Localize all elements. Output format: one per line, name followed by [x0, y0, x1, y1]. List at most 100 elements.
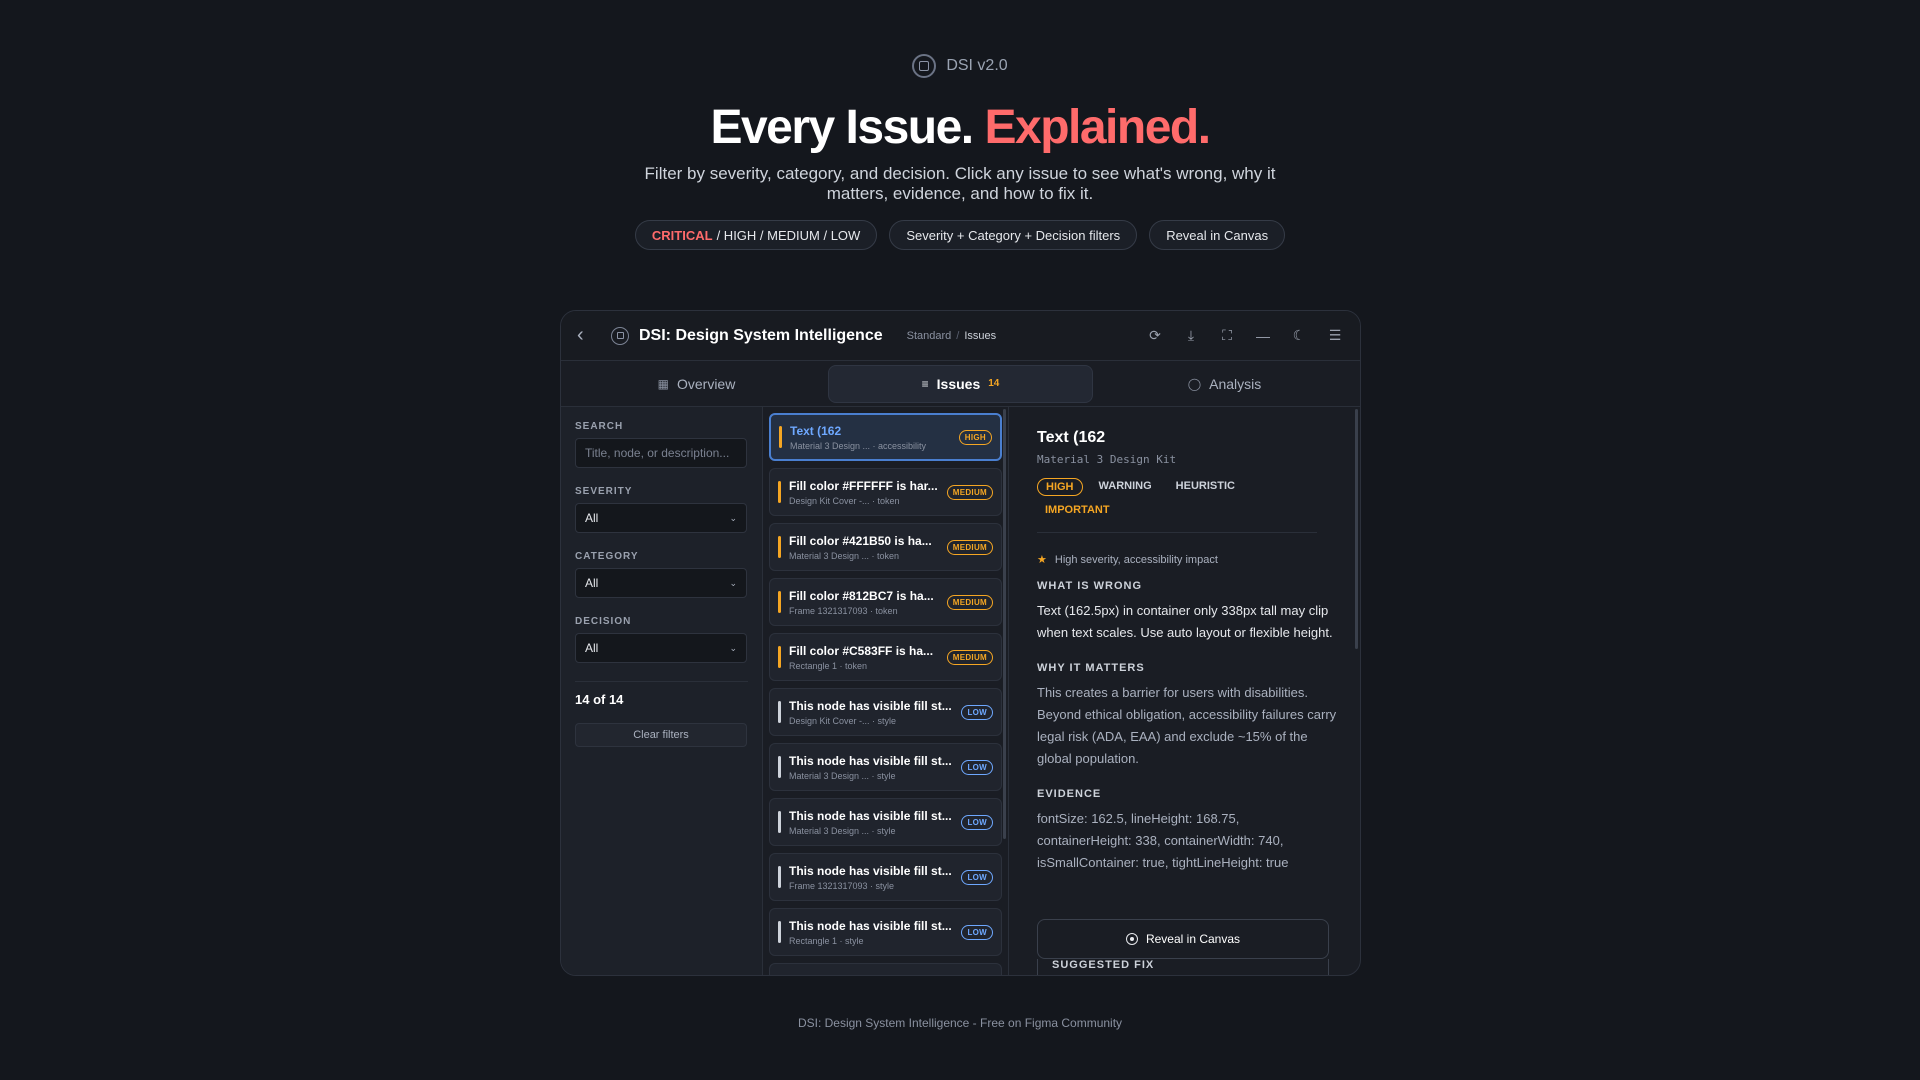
severity-indicator	[779, 426, 782, 448]
decision-select[interactable]: All ⌄	[575, 633, 747, 663]
detail-title: Text (162	[1037, 429, 1106, 446]
issue-text: This node has visible fill st... Design K…	[789, 699, 955, 726]
issue-item[interactable]: This node has visible fill st... Material…	[769, 743, 1002, 791]
issue-title: This node has visible fill st...	[789, 753, 952, 768]
detail-subtitle: Material 3 Design Kit	[1037, 453, 1177, 466]
shield-icon: ◯	[1187, 376, 1202, 391]
minimize-icon[interactable]: —	[1254, 327, 1272, 345]
app-title: DSI: Design System Intelligence	[639, 326, 883, 344]
issue-item[interactable]: This node has visible fill st... Rectangl…	[769, 908, 1002, 956]
issue-detail: Text (162 Material 3 Design Kit HIGH WAR…	[1009, 407, 1360, 975]
search-input[interactable]: Title, node, or description...	[575, 438, 747, 468]
issue-item[interactable]: This node has visible fill st... Design K…	[769, 688, 1002, 736]
suggested-fix-heading: SUGGESTED FIX	[1037, 959, 1329, 975]
issue-item[interactable]: Fill color #FFFFFF is har... Design Kit C…	[769, 468, 1002, 516]
star-icon: ★	[1037, 554, 1047, 566]
issue-title: This node has visible fill st...	[789, 863, 952, 878]
severity-badge: LOW	[961, 924, 993, 940]
severity-label: SEVERITY	[575, 486, 633, 497]
priority-badge: IMPORTANT	[1045, 504, 1110, 516]
download-icon[interactable]: ⤓	[1182, 327, 1200, 345]
issue-item[interactable]: This node has visible fill st... Frame 13…	[769, 853, 1002, 901]
issue-meta: Frame 1321317093 · style	[789, 880, 895, 891]
tab-overview[interactable]: ▦ Overview	[565, 365, 828, 403]
expand-icon[interactable]: ⛶	[1218, 327, 1236, 345]
issue-item[interactable]: Text (162 Material 3 Design ... · accessi…	[769, 413, 1002, 461]
severity-badge: MEDIUM	[946, 594, 993, 610]
filters-sidebar: SEARCH Title, node, or description... SE…	[561, 407, 763, 975]
issue-meta: Rectangle 1 · style	[789, 935, 864, 946]
issue-title: Fill color #421B50 is ha...	[789, 533, 932, 548]
issue-title: Fill color #FFFFFF is har...	[789, 478, 938, 493]
reveal-in-canvas-button[interactable]: Reveal in Canvas	[1037, 919, 1329, 959]
category-value: All	[585, 576, 599, 590]
issue-item[interactable]: Fill color #812BC7 is ha... Frame 1321317…	[769, 578, 1002, 626]
severity-indicator	[778, 866, 781, 888]
brand-label: DSI v2.0	[946, 57, 1008, 74]
issue-text: This node has visible fill st... Material…	[789, 809, 955, 836]
tab-analysis-label: Analysis	[1209, 375, 1262, 392]
refresh-icon[interactable]: ⟳	[1146, 327, 1164, 345]
severity-badge: LOW	[961, 814, 993, 830]
settings-icon[interactable]: ☰	[1326, 327, 1344, 345]
tab-issues-count: 14	[988, 378, 1000, 389]
severity-indicator	[778, 536, 781, 558]
moon-icon[interactable]: ☾	[1290, 327, 1308, 345]
pill-levels: / HIGH / MEDIUM / LOW	[716, 227, 861, 243]
toolbar-actions: ⟳ ⤓ ⛶ — ☾ ☰	[1146, 327, 1344, 345]
issues-panel: SEARCH Title, node, or description... SE…	[561, 407, 1360, 975]
category-label: CATEGORY	[575, 551, 639, 562]
issue-title: This node has visible fill st...	[789, 918, 952, 933]
issue-title: This node has visible fill st...	[789, 698, 952, 713]
list-icon: ≡	[921, 376, 929, 391]
decision-label: DECISION	[575, 616, 632, 627]
type-badge: HEURISTIC	[1175, 480, 1235, 492]
severity-badge: HIGH	[958, 429, 992, 445]
issue-text: Fill color #812BC7 is ha... Frame 1321317…	[789, 589, 941, 616]
tab-analysis[interactable]: ◯ Analysis	[1093, 365, 1356, 403]
severity-badge: MEDIUM	[946, 649, 993, 665]
severity-select[interactable]: All ⌄	[575, 503, 747, 533]
wrong-text: Text (162.5px) in container only 338px t…	[1037, 603, 1333, 640]
feature-pills: CRITICAL / HIGH / MEDIUM / LOW Severity …	[0, 220, 1920, 250]
back-icon[interactable]: ‹	[577, 324, 597, 347]
breadcrumb-issues: Issues	[964, 329, 997, 342]
evidence-heading: EVIDENCE	[1037, 788, 1102, 800]
issue-item[interactable]: Fill color #C583FF is ha... Rectangle 1 ·…	[769, 633, 1002, 681]
grid-icon: ▦	[657, 376, 669, 391]
issue-text: Fill color #C583FF is ha... Rectangle 1 ·…	[789, 644, 941, 671]
severity-indicator	[778, 811, 781, 833]
brand: DSI v2.0	[0, 54, 1920, 78]
matters-heading: WHY IT MATTERS	[1037, 662, 1145, 674]
severity-badge: LOW	[961, 704, 993, 720]
results-count: 14 of 14	[575, 681, 748, 707]
pill-reveal: Reveal in Canvas	[1149, 220, 1286, 250]
issue-item[interactable]: Text color #30143A is h...	[769, 963, 1002, 975]
severity-note: ★ High severity, accessibility impact	[1037, 553, 1334, 567]
plugin-window: ‹ DSI: Design System Intelligence Standa…	[560, 310, 1361, 976]
issue-text: Fill color #FFFFFF is har... Design Kit C…	[789, 479, 941, 506]
severity-indicator	[778, 921, 781, 943]
issue-item[interactable]: Fill color #421B50 is ha... Material 3 De…	[769, 523, 1002, 571]
issue-list: Text (162 Material 3 Design ... · accessi…	[763, 407, 1009, 975]
detail-scrollbar[interactable]	[1355, 409, 1358, 649]
severity-note-text: High severity, accessibility impact	[1054, 553, 1218, 566]
severity-badge: HIGH	[1037, 478, 1083, 496]
pill-critical: CRITICAL	[651, 227, 713, 243]
tab-bar: ▦ Overview ≡ Issues 14 ◯ Analysis	[561, 361, 1360, 407]
issue-text: Text (162 Material 3 Design ... · accessi…	[790, 424, 953, 451]
issue-meta: Design Kit Cover -... · token	[789, 495, 900, 506]
issue-text: Fill color #421B50 is ha... Material 3 De…	[789, 534, 941, 561]
reveal-label: Reveal in Canvas	[1145, 932, 1241, 946]
clear-filters-button[interactable]: Clear filters	[575, 723, 747, 747]
severity-indicator	[778, 481, 781, 503]
category-select[interactable]: All ⌄	[575, 568, 747, 598]
issue-item[interactable]: This node has visible fill st... Material…	[769, 798, 1002, 846]
footer: DSI: Design System Intelligence - Free o…	[797, 1016, 1123, 1030]
issue-text: This node has visible fill st... Frame 13…	[789, 864, 955, 891]
chevron-down-icon: ⌄	[729, 577, 737, 588]
severity-value: All	[585, 511, 599, 525]
tab-issues[interactable]: ≡ Issues 14	[828, 364, 1093, 403]
issue-list-scrollbar[interactable]	[1003, 409, 1006, 839]
breadcrumb-standard[interactable]: Standard	[907, 330, 952, 342]
